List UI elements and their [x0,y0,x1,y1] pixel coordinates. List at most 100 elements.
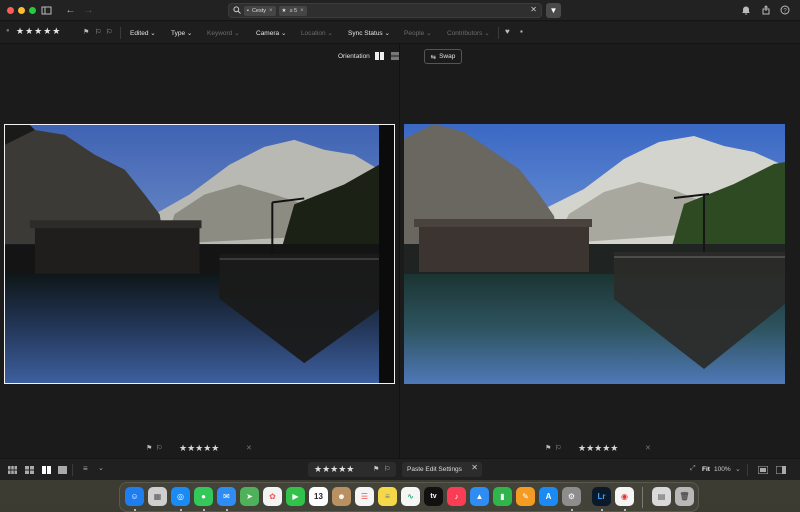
left-photo-rating[interactable]: ★★★★★ [179,443,219,454]
keynote-icon[interactable]: ▲ [470,487,489,506]
app-store-icon[interactable]: A [539,487,558,506]
finder-icon[interactable]: ☺ [125,487,144,506]
rating-filter-stars[interactable]: ★★★★★ [16,26,61,37]
close-icon[interactable]: ✕ [471,463,478,472]
notifications-bell-icon[interactable] [740,5,751,16]
filter-people[interactable]: People ⌄ [404,29,432,37]
sidebar-toggle-icon[interactable] [41,5,52,16]
search-chip-label: ≥ 5 [289,7,298,14]
flag-unflagged-icon[interactable]: ⚐ [95,28,101,36]
chevron-down-icon: ⌄ [150,30,156,37]
comment-icon[interactable]: ▪ [520,27,523,36]
search-chip-rating[interactable]: ★ ≥ 5 × [278,5,307,16]
right-flag-reject-icon[interactable]: ⚐ [555,444,561,452]
resize-arrows-icon[interactable]: ⤢ [690,465,696,473]
compare-photo-right[interactable] [404,124,785,384]
running-indicator [226,509,228,511]
safari-icon[interactable]: ◎ [171,487,190,506]
orientation-side-by-side-icon[interactable] [375,52,384,60]
reminders-icon[interactable]: ☰ [355,487,374,506]
info-panel-icon[interactable] [775,465,787,475]
chevron-down-icon: ⌄ [484,30,490,37]
photo-rating-stars[interactable]: ★★★★★ [314,464,354,475]
maps-icon[interactable]: ➤ [240,487,259,506]
divider [498,27,499,39]
preview-icon[interactable]: ▤ [652,487,671,506]
share-icon[interactable] [760,5,771,16]
calendar-icon[interactable]: 13 [309,487,328,506]
remove-chip-icon[interactable]: × [300,8,304,14]
left-clear-rating-icon[interactable]: ✕ [246,444,252,452]
flag-picked-icon[interactable]: ⚑ [373,465,379,473]
paste-edit-settings-button[interactable]: Paste Edit Settings ✕ [402,462,482,477]
lightroom-icon[interactable]: Lr [592,487,611,506]
rating-operator-icon[interactable]: ● [6,28,10,34]
pages-icon[interactable]: ✎ [516,487,535,506]
zoom-window-button[interactable] [29,6,36,14]
swap-button[interactable]: ⇆ Swap [424,49,462,64]
filter-sync-status[interactable]: Sync Status ⌄ [348,29,390,37]
flag-reject-icon[interactable]: ⚐ [384,465,390,473]
back-arrow-icon[interactable]: ← [65,5,76,16]
chevron-down-icon: ⌄ [327,30,333,37]
filter-keyword[interactable]: Keyword ⌄ [207,29,240,37]
music-icon[interactable]: ♪ [447,487,466,506]
clear-search-icon[interactable]: ✕ [530,5,537,14]
fit-zoom-option[interactable]: Fit [702,466,710,473]
compare-divider [399,44,400,460]
search-icon [233,5,241,16]
loupe-view-icon[interactable] [58,466,67,474]
trash-icon[interactable]: 🗑 [675,487,694,506]
numbers-icon[interactable]: ▮ [493,487,512,506]
filter-edited[interactable]: Edited ⌄ [130,29,156,37]
forward-arrow-icon[interactable]: → [83,5,94,16]
filter-bar: ● ★★★★★ ⚑ ⚐ ⚐ Edited ⌄ Type ⌄ Keyword ⌄ … [0,22,800,44]
chevron-down-icon[interactable]: ⌄ [98,464,104,472]
filter-button[interactable]: ▼ [546,3,561,18]
grid-view-icon[interactable] [25,466,34,474]
chevron-down-icon: ⌄ [384,30,390,37]
running-indicator [180,509,182,511]
mail-icon[interactable]: ✉ [217,487,236,506]
system-settings-icon[interactable]: ⚙ [562,487,581,506]
right-photo-rating[interactable]: ★★★★★ [578,443,618,454]
left-flag-picked-icon[interactable]: ⚑ [146,444,152,452]
tv-icon[interactable]: tv [424,487,443,506]
filter-location[interactable]: Location ⌄ [301,29,333,37]
search-chip-album[interactable]: ▪ Cesty × [244,5,276,16]
filter-type[interactable]: Type ⌄ [171,29,192,37]
filter-contributors[interactable]: Contributors ⌄ [447,29,490,37]
heart-icon[interactable]: ♥ [505,27,510,36]
right-flag-picked-icon[interactable]: ⚑ [545,444,551,452]
chrome-icon[interactable]: ◉ [615,487,634,506]
messages-icon[interactable]: ● [194,487,213,506]
left-flag-reject-icon[interactable]: ⚐ [156,444,162,452]
sort-icon[interactable]: ≡ [83,464,88,473]
minimize-window-button[interactable] [18,6,25,14]
square-grid-view-icon[interactable] [8,466,17,474]
close-window-button[interactable] [7,6,14,14]
filmstrip-icon[interactable] [757,465,769,475]
notes-icon[interactable]: ≡ [378,487,397,506]
paste-edit-settings-label: Paste Edit Settings [407,466,462,473]
freeform-icon[interactable]: ∿ [401,487,420,506]
chevron-down-icon[interactable]: ⌄ [735,465,741,473]
launchpad-icon[interactable]: ▦ [148,487,167,506]
flag-picked-icon[interactable]: ⚑ [83,28,89,36]
orientation-label: Orientation [338,53,370,60]
contacts-icon[interactable]: ☻ [332,487,351,506]
running-indicator [134,509,136,511]
remove-chip-icon[interactable]: × [269,8,273,14]
compare-view-icon[interactable] [42,466,51,474]
zoom-percent-option[interactable]: 100% [714,466,731,473]
filter-camera[interactable]: Camera ⌄ [256,29,286,37]
help-icon[interactable]: ? [779,5,790,16]
flag-rejected-icon[interactable]: ⚐ [106,28,112,36]
search-bar[interactable]: ▪ Cesty × ★ ≥ 5 × ✕ [228,3,542,18]
facetime-icon[interactable]: ▶ [286,487,305,506]
dock-divider [642,487,643,508]
divider [120,27,121,39]
compare-photo-left[interactable] [4,124,395,384]
photos-icon[interactable]: ✿ [263,487,282,506]
right-clear-rating-icon[interactable]: ✕ [645,444,651,452]
